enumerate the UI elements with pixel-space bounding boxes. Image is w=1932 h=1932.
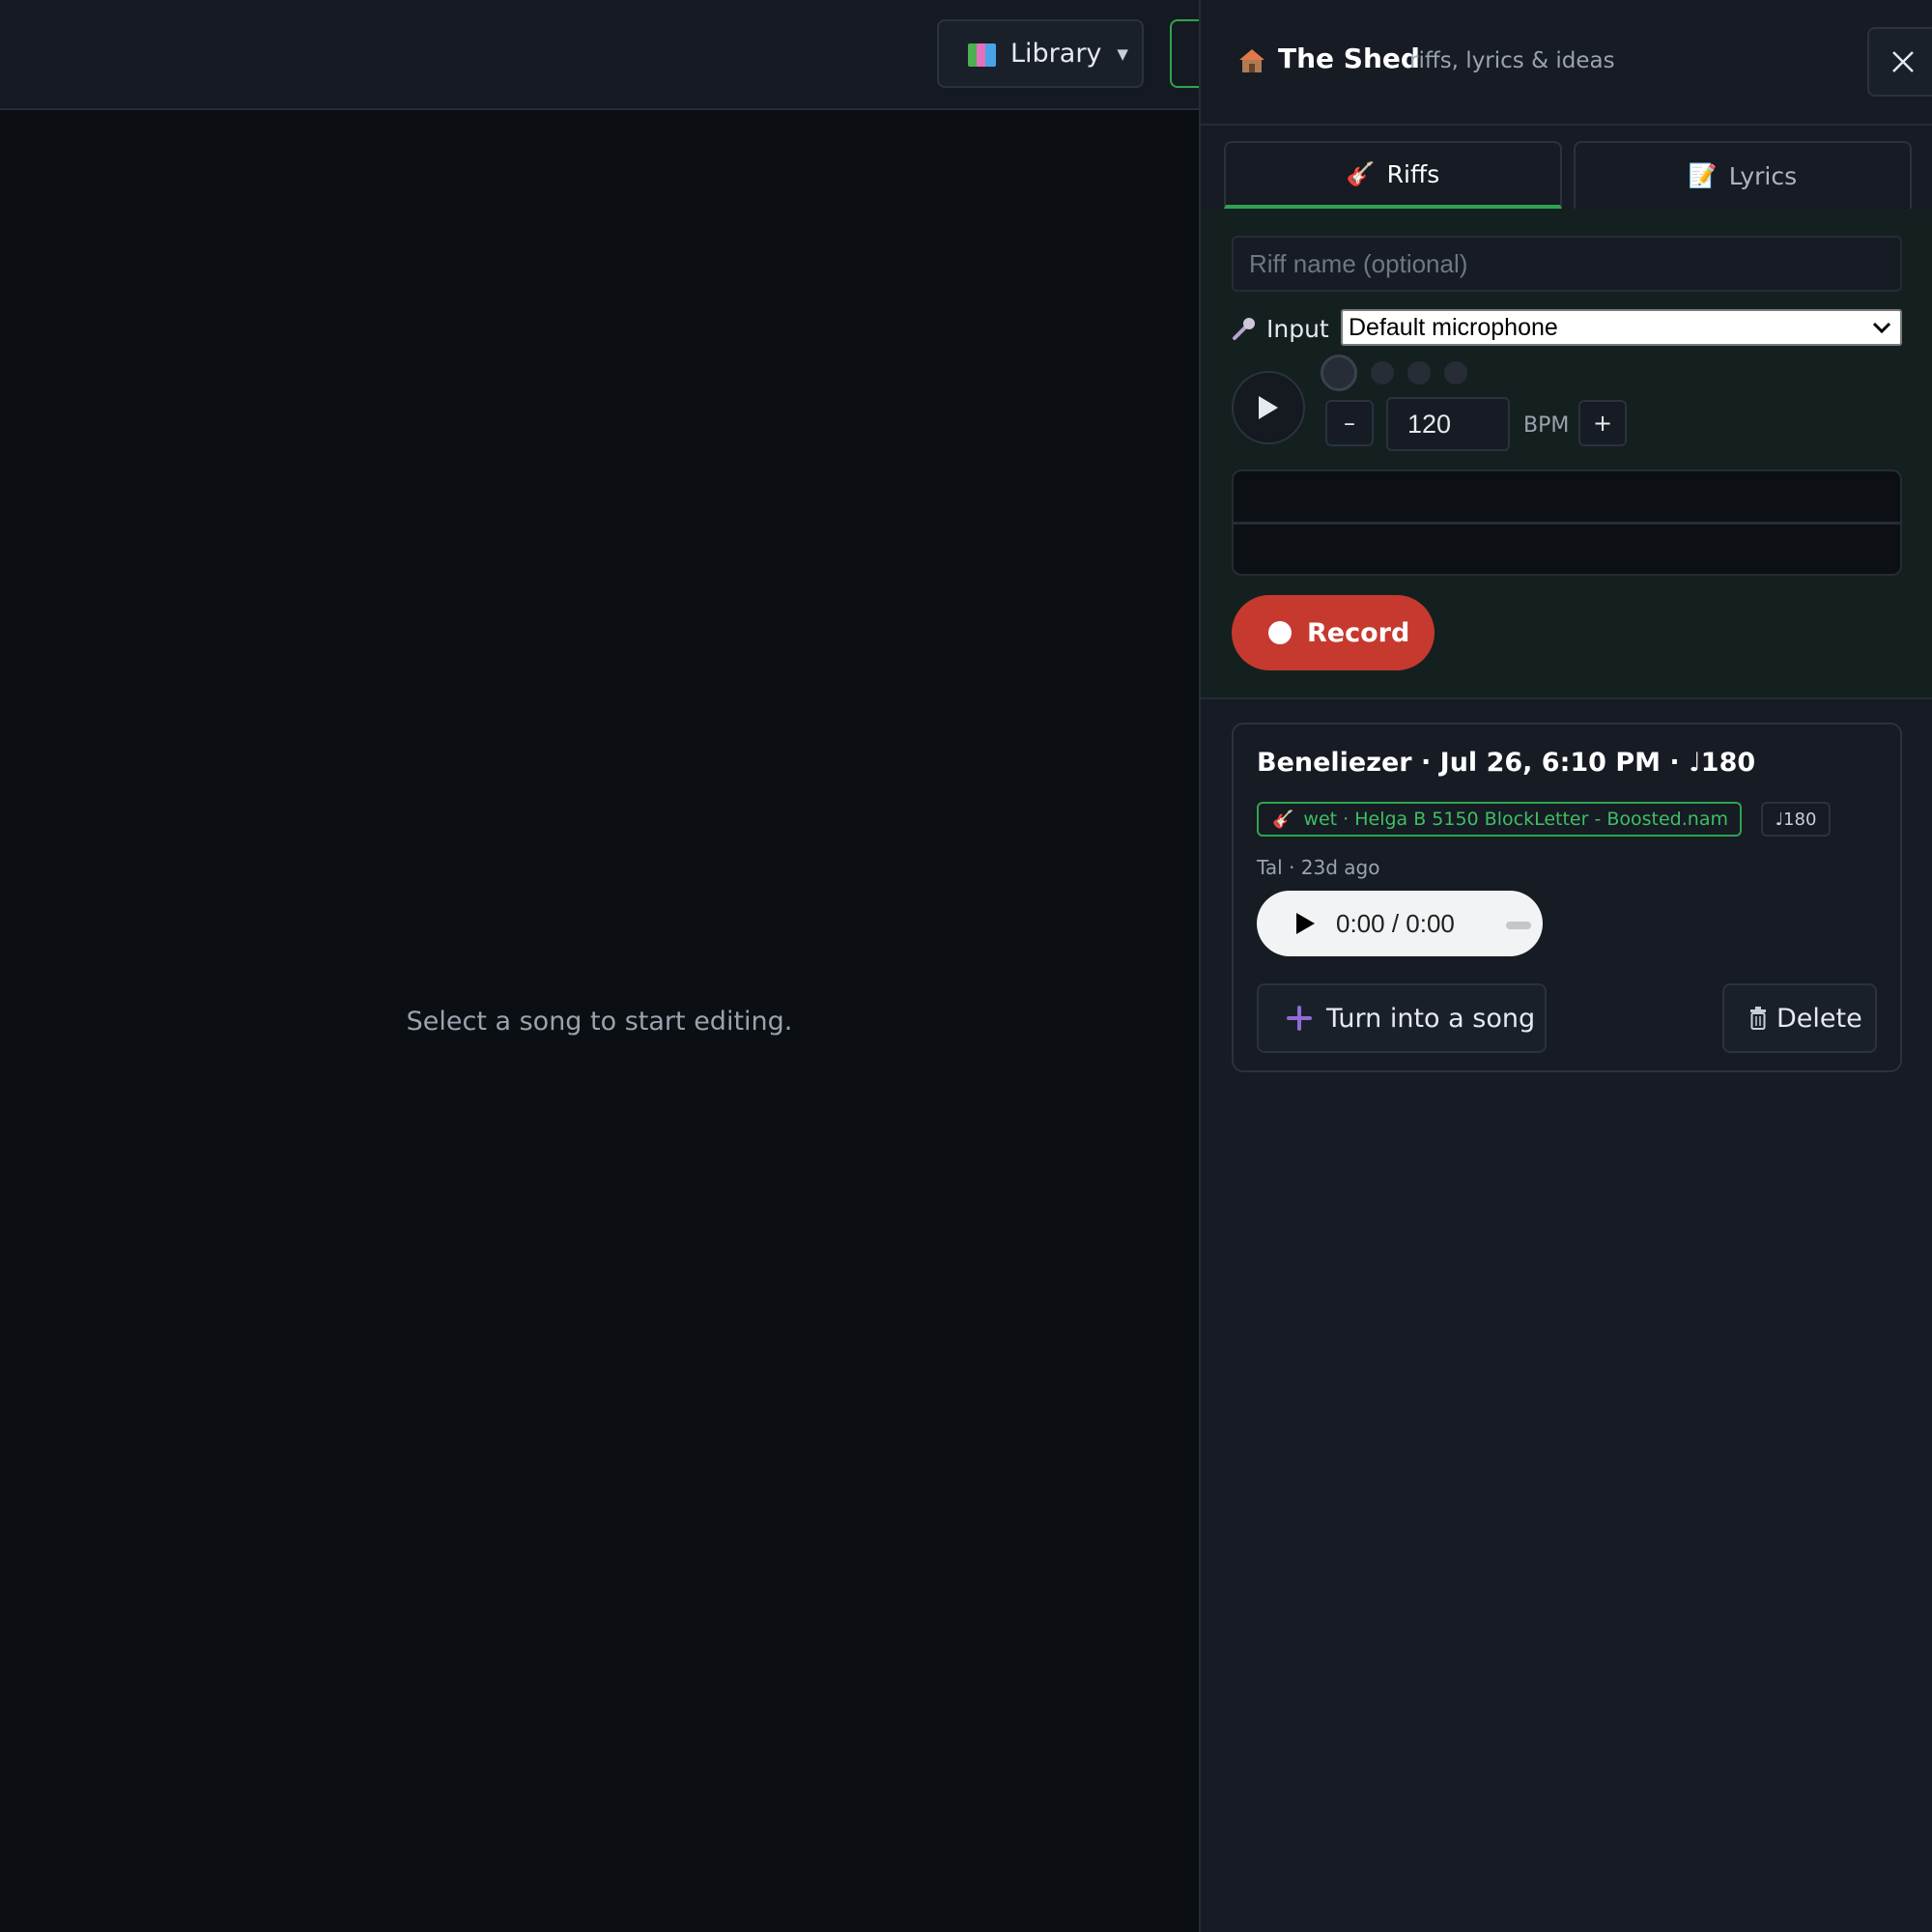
- riff-meta: Tal · 23d ago: [1257, 856, 1380, 879]
- tab-lyrics[interactable]: 📝 Lyrics: [1574, 141, 1912, 209]
- tab-riffs-label: Riffs: [1386, 159, 1440, 188]
- beat-dot: [1321, 355, 1357, 391]
- house-icon: [1239, 49, 1264, 72]
- audio-progress-bar[interactable]: [1506, 922, 1531, 929]
- audio-player[interactable]: 0:00 / 0:00: [1257, 891, 1543, 956]
- delete-label: Delete: [1776, 1003, 1862, 1034]
- guitar-icon: 🎸: [1272, 809, 1294, 830]
- record-button[interactable]: Record: [1232, 595, 1435, 670]
- play-icon[interactable]: [1293, 912, 1317, 935]
- tab-riffs[interactable]: 🎸 Riffs: [1224, 141, 1562, 209]
- microphone-icon: [1233, 318, 1255, 340]
- tab-lyrics-label: Lyrics: [1728, 161, 1798, 190]
- bpm-unit-label: BPM: [1523, 413, 1570, 438]
- chevron-down-icon: ▼: [1117, 44, 1128, 63]
- play-icon: [1259, 396, 1278, 419]
- books-icon: [968, 41, 997, 68]
- memo-icon: 📝: [1688, 162, 1718, 189]
- close-button[interactable]: [1867, 27, 1932, 97]
- riff-card: Beneliezer · Jul 26, 6:10 PM · ♩180 🎸 we…: [1232, 723, 1902, 1072]
- panel-subtitle: riffs, lyrics & ideas: [1409, 48, 1615, 73]
- tone-badge: 🎸 wet · Helga B 5150 BlockLetter - Boost…: [1257, 802, 1742, 837]
- metronome-play-button[interactable]: [1232, 371, 1305, 444]
- trash-icon: [1750, 1007, 1766, 1030]
- beat-dot: [1444, 361, 1467, 384]
- top-bar: Library ▼: [0, 0, 1228, 110]
- guitar-icon: 🎸: [1346, 160, 1376, 187]
- turn-into-song-label: Turn into a song: [1326, 1003, 1536, 1034]
- riff-title: Beneliezer · Jul 26, 6:10 PM · ♩180: [1257, 748, 1756, 778]
- close-icon: [1892, 51, 1914, 72]
- library-label: Library: [1010, 39, 1102, 69]
- panel-tabs: 🎸 Riffs 📝 Lyrics: [1224, 141, 1913, 209]
- input-label: Input: [1266, 314, 1329, 343]
- beat-dot: [1407, 361, 1431, 384]
- library-button[interactable]: Library ▼: [937, 19, 1144, 88]
- input-device-value: Default microphone: [1349, 313, 1558, 341]
- riff-recorder: Input Default microphone – 120 BPM +: [1201, 209, 1932, 699]
- empty-state-message: Select a song to start editing.: [406, 1007, 793, 1037]
- audio-time: 0:00 / 0:00: [1336, 908, 1455, 938]
- plus-icon: [1287, 1006, 1312, 1031]
- panel-header: The Shed riffs, lyrics & ideas: [1201, 0, 1932, 126]
- input-row: Input: [1232, 309, 1329, 348]
- chevron-down-icon: [1872, 322, 1891, 334]
- input-device-select[interactable]: Default microphone: [1341, 309, 1902, 346]
- bpm-badge: ♩180: [1761, 802, 1831, 837]
- bpm-decrement-button[interactable]: –: [1325, 400, 1374, 446]
- bpm-input[interactable]: 120: [1386, 397, 1510, 451]
- record-dot-icon: [1268, 621, 1292, 644]
- beat-dot: [1371, 361, 1394, 384]
- input-waveform: [1232, 469, 1902, 576]
- bpm-increment-button[interactable]: +: [1578, 400, 1627, 446]
- delete-riff-button[interactable]: Delete: [1722, 983, 1877, 1053]
- record-label: Record: [1307, 617, 1410, 648]
- tone-badge-label: wet · Helga B 5150 BlockLetter - Boosted…: [1303, 809, 1728, 830]
- shed-panel: The Shed riffs, lyrics & ideas 🎸 Riffs 📝…: [1199, 0, 1932, 1932]
- panel-title: The Shed: [1278, 43, 1420, 74]
- riff-name-input[interactable]: [1232, 236, 1902, 292]
- turn-into-song-button[interactable]: Turn into a song: [1257, 983, 1547, 1053]
- waveform-midline: [1234, 522, 1900, 525]
